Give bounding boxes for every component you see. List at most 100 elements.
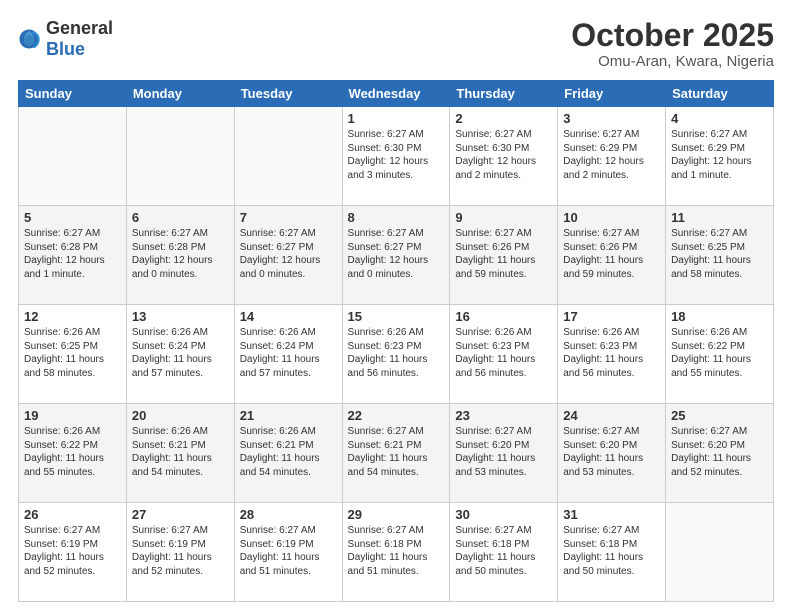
day-number: 9: [455, 210, 552, 225]
calendar-week-row: 5 Sunrise: 6:27 AMSunset: 6:28 PMDayligh…: [19, 206, 774, 305]
calendar-cell: 14 Sunrise: 6:26 AMSunset: 6:24 PMDaylig…: [234, 305, 342, 404]
cell-info: Sunrise: 6:27 AMSunset: 6:29 PMDaylight:…: [563, 129, 644, 181]
day-number: 24: [563, 408, 660, 423]
calendar-cell: 20 Sunrise: 6:26 AMSunset: 6:21 PMDaylig…: [126, 404, 234, 503]
cell-info: Sunrise: 6:27 AMSunset: 6:28 PMDaylight:…: [24, 228, 105, 280]
day-number: 29: [348, 507, 445, 522]
day-number: 15: [348, 309, 445, 324]
cell-info: Sunrise: 6:26 AMSunset: 6:24 PMDaylight:…: [240, 327, 320, 379]
calendar-cell: 24 Sunrise: 6:27 AMSunset: 6:20 PMDaylig…: [558, 404, 666, 503]
calendar-cell: 4 Sunrise: 6:27 AMSunset: 6:29 PMDayligh…: [666, 107, 774, 206]
header: General Blue October 2025 Omu-Aran, Kwar…: [18, 18, 774, 70]
cell-info: Sunrise: 6:27 AMSunset: 6:29 PMDaylight:…: [671, 129, 752, 181]
day-number: 30: [455, 507, 552, 522]
cell-info: Sunrise: 6:26 AMSunset: 6:21 PMDaylight:…: [240, 426, 320, 478]
day-number: 27: [132, 507, 229, 522]
calendar-cell: [19, 107, 127, 206]
logo-general: General: [46, 18, 113, 38]
calendar-cell: 10 Sunrise: 6:27 AMSunset: 6:26 PMDaylig…: [558, 206, 666, 305]
cell-info: Sunrise: 6:27 AMSunset: 6:30 PMDaylight:…: [455, 129, 536, 181]
month-title: October 2025: [571, 18, 774, 53]
cell-info: Sunrise: 6:26 AMSunset: 6:21 PMDaylight:…: [132, 426, 212, 478]
logo: General Blue: [18, 18, 113, 60]
weekday-header-cell: Saturday: [666, 81, 774, 107]
cell-info: Sunrise: 6:26 AMSunset: 6:23 PMDaylight:…: [348, 327, 428, 379]
logo-icon: [18, 28, 40, 50]
calendar-week-row: 19 Sunrise: 6:26 AMSunset: 6:22 PMDaylig…: [19, 404, 774, 503]
calendar-cell: 1 Sunrise: 6:27 AMSunset: 6:30 PMDayligh…: [342, 107, 450, 206]
cell-info: Sunrise: 6:27 AMSunset: 6:28 PMDaylight:…: [132, 228, 213, 280]
cell-info: Sunrise: 6:26 AMSunset: 6:22 PMDaylight:…: [24, 426, 104, 478]
weekday-header-cell: Tuesday: [234, 81, 342, 107]
cell-info: Sunrise: 6:27 AMSunset: 6:25 PMDaylight:…: [671, 228, 751, 280]
calendar-cell: 18 Sunrise: 6:26 AMSunset: 6:22 PMDaylig…: [666, 305, 774, 404]
calendar-cell: [234, 107, 342, 206]
cell-info: Sunrise: 6:27 AMSunset: 6:27 PMDaylight:…: [240, 228, 321, 280]
calendar-cell: 21 Sunrise: 6:26 AMSunset: 6:21 PMDaylig…: [234, 404, 342, 503]
calendar-cell: 23 Sunrise: 6:27 AMSunset: 6:20 PMDaylig…: [450, 404, 558, 503]
day-number: 6: [132, 210, 229, 225]
cell-info: Sunrise: 6:27 AMSunset: 6:26 PMDaylight:…: [563, 228, 643, 280]
cell-info: Sunrise: 6:27 AMSunset: 6:19 PMDaylight:…: [240, 525, 320, 577]
cell-info: Sunrise: 6:26 AMSunset: 6:25 PMDaylight:…: [24, 327, 104, 379]
cell-info: Sunrise: 6:27 AMSunset: 6:18 PMDaylight:…: [455, 525, 535, 577]
day-number: 26: [24, 507, 121, 522]
cell-info: Sunrise: 6:27 AMSunset: 6:27 PMDaylight:…: [348, 228, 429, 280]
weekday-header-cell: Thursday: [450, 81, 558, 107]
calendar-cell: 3 Sunrise: 6:27 AMSunset: 6:29 PMDayligh…: [558, 107, 666, 206]
calendar-cell: 5 Sunrise: 6:27 AMSunset: 6:28 PMDayligh…: [19, 206, 127, 305]
location-title: Omu-Aran, Kwara, Nigeria: [571, 53, 774, 70]
calendar-cell: 16 Sunrise: 6:26 AMSunset: 6:23 PMDaylig…: [450, 305, 558, 404]
calendar-cell: 9 Sunrise: 6:27 AMSunset: 6:26 PMDayligh…: [450, 206, 558, 305]
day-number: 16: [455, 309, 552, 324]
day-number: 25: [671, 408, 768, 423]
day-number: 14: [240, 309, 337, 324]
calendar-body: 1 Sunrise: 6:27 AMSunset: 6:30 PMDayligh…: [19, 107, 774, 602]
calendar-cell: 7 Sunrise: 6:27 AMSunset: 6:27 PMDayligh…: [234, 206, 342, 305]
day-number: 23: [455, 408, 552, 423]
cell-info: Sunrise: 6:27 AMSunset: 6:26 PMDaylight:…: [455, 228, 535, 280]
day-number: 21: [240, 408, 337, 423]
calendar-cell: 26 Sunrise: 6:27 AMSunset: 6:19 PMDaylig…: [19, 503, 127, 602]
calendar-cell: 15 Sunrise: 6:26 AMSunset: 6:23 PMDaylig…: [342, 305, 450, 404]
cell-info: Sunrise: 6:27 AMSunset: 6:20 PMDaylight:…: [455, 426, 535, 478]
calendar-cell: [666, 503, 774, 602]
cell-info: Sunrise: 6:27 AMSunset: 6:18 PMDaylight:…: [348, 525, 428, 577]
weekday-header-cell: Monday: [126, 81, 234, 107]
weekday-header-cell: Wednesday: [342, 81, 450, 107]
day-number: 3: [563, 111, 660, 126]
calendar-cell: 31 Sunrise: 6:27 AMSunset: 6:18 PMDaylig…: [558, 503, 666, 602]
calendar-cell: 22 Sunrise: 6:27 AMSunset: 6:21 PMDaylig…: [342, 404, 450, 503]
calendar-cell: 12 Sunrise: 6:26 AMSunset: 6:25 PMDaylig…: [19, 305, 127, 404]
day-number: 28: [240, 507, 337, 522]
cell-info: Sunrise: 6:26 AMSunset: 6:24 PMDaylight:…: [132, 327, 212, 379]
calendar-cell: 25 Sunrise: 6:27 AMSunset: 6:20 PMDaylig…: [666, 404, 774, 503]
calendar-cell: [126, 107, 234, 206]
weekday-header-cell: Friday: [558, 81, 666, 107]
cell-info: Sunrise: 6:27 AMSunset: 6:20 PMDaylight:…: [671, 426, 751, 478]
cell-info: Sunrise: 6:27 AMSunset: 6:21 PMDaylight:…: [348, 426, 428, 478]
calendar-cell: 17 Sunrise: 6:26 AMSunset: 6:23 PMDaylig…: [558, 305, 666, 404]
cell-info: Sunrise: 6:26 AMSunset: 6:23 PMDaylight:…: [563, 327, 643, 379]
logo-text: General Blue: [46, 18, 113, 60]
day-number: 20: [132, 408, 229, 423]
calendar-cell: 28 Sunrise: 6:27 AMSunset: 6:19 PMDaylig…: [234, 503, 342, 602]
day-number: 11: [671, 210, 768, 225]
calendar-cell: 2 Sunrise: 6:27 AMSunset: 6:30 PMDayligh…: [450, 107, 558, 206]
day-number: 22: [348, 408, 445, 423]
day-number: 31: [563, 507, 660, 522]
cell-info: Sunrise: 6:27 AMSunset: 6:19 PMDaylight:…: [24, 525, 104, 577]
calendar-week-row: 12 Sunrise: 6:26 AMSunset: 6:25 PMDaylig…: [19, 305, 774, 404]
cell-info: Sunrise: 6:27 AMSunset: 6:30 PMDaylight:…: [348, 129, 429, 181]
day-number: 1: [348, 111, 445, 126]
day-number: 12: [24, 309, 121, 324]
day-number: 2: [455, 111, 552, 126]
calendar-cell: 8 Sunrise: 6:27 AMSunset: 6:27 PMDayligh…: [342, 206, 450, 305]
logo-blue: Blue: [46, 39, 85, 59]
calendar-week-row: 1 Sunrise: 6:27 AMSunset: 6:30 PMDayligh…: [19, 107, 774, 206]
weekday-header-cell: Sunday: [19, 81, 127, 107]
weekday-header-row: SundayMondayTuesdayWednesdayThursdayFrid…: [19, 81, 774, 107]
calendar-cell: 19 Sunrise: 6:26 AMSunset: 6:22 PMDaylig…: [19, 404, 127, 503]
day-number: 17: [563, 309, 660, 324]
day-number: 13: [132, 309, 229, 324]
